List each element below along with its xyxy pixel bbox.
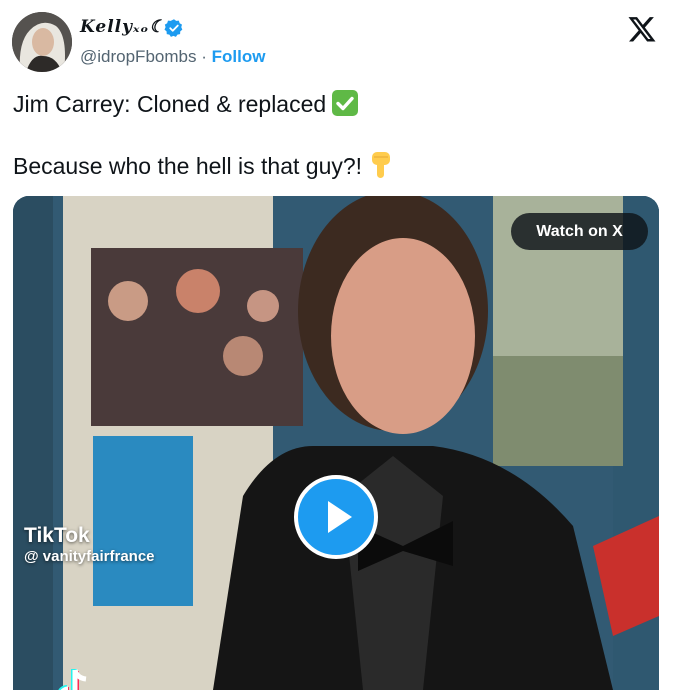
video-media[interactable] xyxy=(13,196,659,690)
tiktok-username: @ vanityfairfrance xyxy=(24,548,155,565)
play-button[interactable] xyxy=(294,475,378,559)
x-logo-icon[interactable] xyxy=(626,14,658,44)
follow-button[interactable]: Follow xyxy=(212,47,266,66)
backhand-index-pointing-down-emoji xyxy=(372,152,391,178)
tweet-header: Kellyₓₒ☾ @idropFbombs · Follow xyxy=(0,0,676,86)
check-mark-button-emoji xyxy=(332,90,359,116)
avatar[interactable] xyxy=(12,12,72,72)
handle-row: @idropFbombs · Follow xyxy=(80,47,265,67)
tweet-line-2-text: Because who the hell is that guy?! xyxy=(13,153,363,179)
handle[interactable]: @idropFbombs xyxy=(80,47,196,66)
display-name[interactable]: Kellyₓₒ☾ xyxy=(80,17,166,37)
avatar-image xyxy=(12,12,72,72)
tiktok-logo-icon xyxy=(58,669,87,690)
verified-badge-icon xyxy=(164,19,183,37)
play-icon xyxy=(328,501,352,533)
tiktok-label: TikTok xyxy=(24,524,90,547)
watch-on-x-button[interactable]: Watch on X xyxy=(511,213,648,250)
tweet-text-line-1: Jim Carrey: Cloned & replaced xyxy=(13,90,359,118)
separator: · xyxy=(201,47,207,66)
video-thumbnail xyxy=(13,196,659,690)
tweet-text-line-2: Because who the hell is that guy?! xyxy=(13,150,392,180)
tweet-line-1-text: Jim Carrey: Cloned & replaced xyxy=(13,91,327,117)
